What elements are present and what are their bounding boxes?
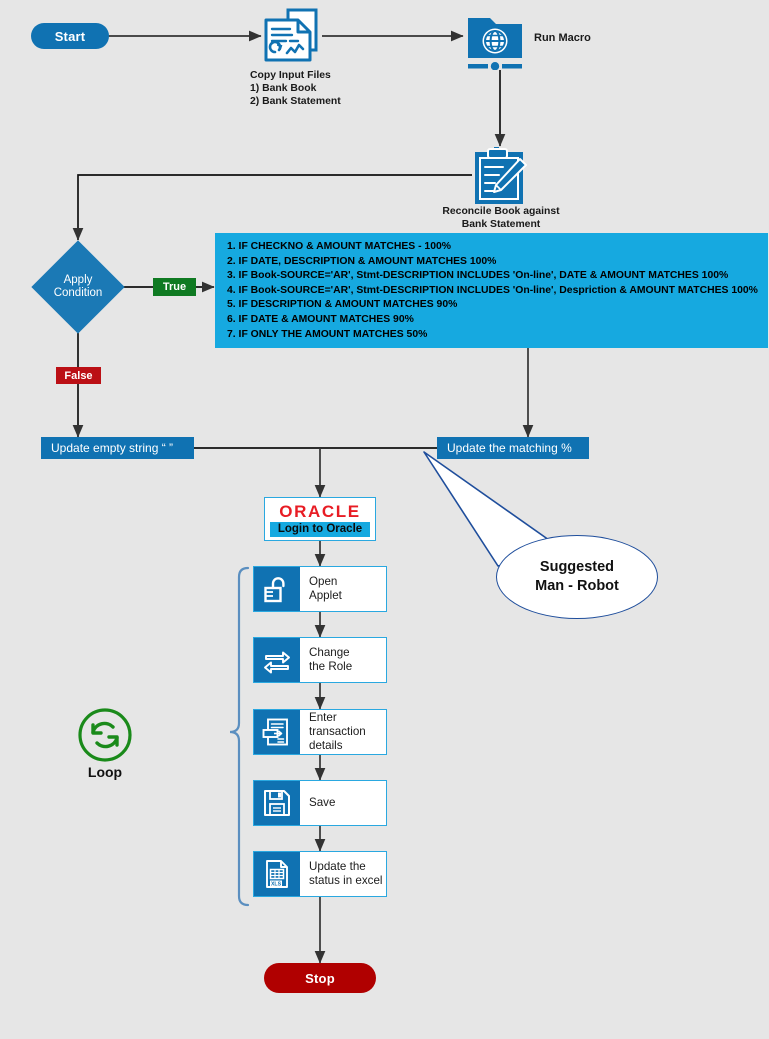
step-label: Save	[300, 781, 386, 825]
reconcile-node[interactable]	[473, 147, 529, 205]
step-label: Change the Role	[300, 638, 386, 682]
update-empty-string-label: Update empty string “ ”	[51, 441, 174, 455]
step-label-line-3: details	[309, 739, 343, 752]
clipboard-pencil-icon	[475, 147, 527, 204]
step-label-line-1: Save	[309, 796, 336, 809]
step-label-line-1: Open	[309, 575, 338, 588]
step-icon-container	[254, 781, 300, 825]
caption-line-1: Copy Input Files	[250, 70, 331, 81]
oracle-logo: ORACLE	[279, 501, 361, 521]
suggested-man-robot-callout: Suggested Man - Robot	[496, 535, 658, 619]
caption-line-1: Reconcile Book against	[442, 206, 560, 217]
rule-item: 3. IF Book-SOURCE='AR', Stmt-DESCRIPTION…	[227, 270, 729, 282]
step-icon-container: XLS	[254, 852, 300, 896]
login-to-oracle-label: Login to Oracle	[269, 521, 371, 537]
rule-item: 1. IF CHECKNO & AMOUNT MATCHES - 100%	[227, 241, 451, 252]
step-icon-container	[254, 567, 300, 611]
step-label: Enter transaction details	[300, 710, 386, 754]
run-macro-node[interactable]	[466, 12, 534, 70]
step-label-line-1: Change	[309, 646, 350, 659]
step-enter-transaction-details[interactable]: Enter transaction details	[253, 709, 387, 755]
rule-item: 6. IF DATE & AMOUNT MATCHES 90%	[227, 313, 414, 325]
svg-text:XLS: XLS	[271, 881, 282, 887]
matching-rules-list: 1. IF CHECKNO & AMOUNT MATCHES - 100% 2.…	[227, 240, 758, 342]
step-label: Update the status in excel	[300, 852, 386, 896]
step-label-line-2: Applet	[309, 589, 342, 602]
folder-globe-icon	[468, 18, 522, 70]
step-update-status-in-excel[interactable]: XLS Update the status in excel	[253, 851, 387, 897]
data-entry-icon	[262, 718, 288, 746]
rule-item: 7. IF ONLY THE AMOUNT MATCHES 50%	[227, 328, 428, 340]
caption-line-2: Bank Statement	[461, 219, 541, 230]
rule-item: 2. IF DATE, DESCRIPTION & AMOUNT MATCHES…	[227, 255, 497, 267]
loop-label: Loop	[87, 764, 123, 780]
step-label-line-2: transaction	[309, 725, 366, 738]
step-label-line-1: Enter	[309, 711, 337, 724]
update-matching-percent-label: Update the matching %	[447, 441, 572, 455]
update-matching-percent-process[interactable]: Update the matching %	[437, 437, 589, 459]
login-to-oracle-node[interactable]: ORACLE Login to Oracle	[264, 497, 376, 541]
step-icon-container	[254, 710, 300, 754]
caption-line-2: 1) Bank Book	[250, 83, 317, 94]
start-terminator[interactable]: Start	[31, 23, 109, 49]
step-open-applet[interactable]: Open Applet	[253, 566, 387, 612]
floppy-save-icon	[264, 790, 290, 816]
update-empty-string-process[interactable]: Update empty string “ ”	[41, 437, 194, 459]
label-line-1: Apply	[63, 274, 93, 286]
false-branch-label: False	[56, 367, 101, 384]
true-label-text: True	[162, 281, 187, 293]
run-macro-label: Run Macro	[534, 32, 591, 44]
step-save[interactable]: Save	[253, 780, 387, 826]
apply-condition-decision[interactable]: Apply Condition	[31, 240, 125, 334]
callout-line-2: Man - Robot	[535, 578, 619, 594]
step-change-the-role[interactable]: Change the Role	[253, 637, 387, 683]
step-label: Open Applet	[300, 567, 386, 611]
caption-line-3: 2) Bank Statement	[250, 96, 341, 107]
unlock-icon	[264, 577, 285, 603]
step-label-line-1: Update the	[309, 860, 366, 873]
label-line-2: Condition	[53, 287, 103, 299]
step-label-line-2: status in excel	[309, 874, 383, 887]
start-label: Start	[54, 28, 86, 44]
refresh-loop-icon	[78, 708, 132, 762]
apply-condition-label: Apply Condition	[54, 274, 103, 300]
stop-terminator[interactable]: Stop	[264, 963, 376, 993]
copy-input-files-caption: Copy Input Files 1) Bank Book 2) Bank St…	[250, 69, 430, 108]
callout-text: Suggested Man - Robot	[535, 558, 619, 596]
stop-label: Stop	[305, 970, 335, 986]
excel-file-icon: XLS	[266, 860, 288, 888]
reconcile-caption: Reconcile Book against Bank Statement	[408, 205, 594, 231]
step-icon-container	[254, 638, 300, 682]
documents-icon	[264, 8, 318, 62]
step-label-line-2: the Role	[309, 660, 353, 673]
copy-input-files-node[interactable]	[258, 8, 324, 66]
false-label-text: False	[64, 369, 93, 382]
callout-line-1: Suggested	[539, 559, 615, 575]
rule-item: 5. IF DESCRIPTION & AMOUNT MATCHES 90%	[227, 299, 458, 311]
swap-arrows-icon	[264, 651, 290, 674]
matching-rules-panel: 1. IF CHECKNO & AMOUNT MATCHES - 100% 2.…	[215, 233, 768, 348]
loop-indicator	[76, 706, 134, 764]
rule-item: 4. IF Book-SOURCE='AR', Stmt-DESCRIPTION…	[227, 284, 758, 296]
flowchart-canvas: Start Copy Input Files 1) Bank Book 2) B…	[0, 0, 769, 1039]
true-branch-label: True	[153, 278, 196, 296]
